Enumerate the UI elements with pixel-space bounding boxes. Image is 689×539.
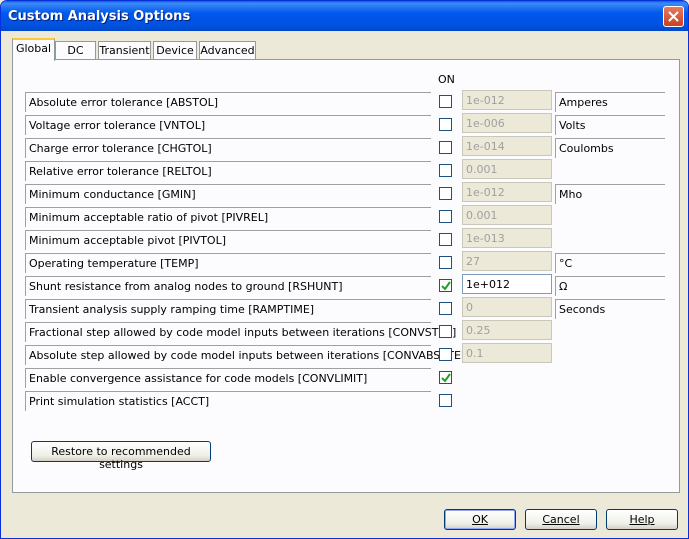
option-value-field[interactable]: 1e-013	[462, 228, 552, 248]
option-label: Minimum acceptable pivot [PIVTOL]	[25, 230, 431, 250]
ok-label: OK	[472, 513, 488, 526]
tab-device[interactable]: Device	[153, 41, 197, 59]
option-label: Fractional step allowed by code model in…	[25, 322, 456, 342]
option-label: Absolute error tolerance [ABSTOL]	[25, 92, 431, 112]
cancel-label: Cancel	[542, 513, 580, 526]
option-checkbox[interactable]	[439, 233, 452, 246]
option-label: Absolute step allowed by code model inpu…	[25, 345, 472, 365]
option-checkbox[interactable]	[439, 118, 452, 131]
option-unit: Amperes	[555, 92, 665, 112]
option-value-field[interactable]: 1e-006	[462, 113, 552, 133]
option-checkbox[interactable]	[439, 371, 452, 384]
option-label: Operating temperature [TEMP]	[25, 253, 431, 273]
option-unit: Ω	[555, 276, 665, 296]
checkmark-icon	[441, 373, 451, 383]
option-value-field[interactable]: 1e+012	[462, 274, 552, 294]
option-unit: Volts	[555, 115, 665, 135]
option-checkbox[interactable]	[439, 141, 452, 154]
option-checkbox[interactable]	[439, 95, 452, 108]
option-checkbox[interactable]	[439, 187, 452, 200]
option-label: Minimum acceptable ratio of pivot [PIVRE…	[25, 207, 431, 227]
tab-transient[interactable]: Transient	[98, 41, 151, 59]
option-value-field[interactable]: 1e-012	[462, 182, 552, 202]
option-checkbox[interactable]	[439, 302, 452, 315]
cancel-button[interactable]: Cancel	[525, 509, 597, 530]
option-label: Voltage error tolerance [VNTOL]	[25, 115, 431, 135]
tab-advanced[interactable]: Advanced	[199, 41, 256, 59]
option-label: Minimum conductance [GMIN]	[25, 184, 431, 204]
close-icon	[668, 11, 679, 22]
option-checkbox[interactable]	[439, 348, 452, 361]
help-button[interactable]: Help	[606, 509, 678, 530]
option-label: Enable convergence assistance for code m…	[25, 368, 431, 388]
tab-dc[interactable]: DC	[55, 41, 96, 59]
option-label: Print simulation statistics [ACCT]	[25, 391, 431, 411]
option-value-field[interactable]: 27	[462, 251, 552, 271]
option-checkbox[interactable]	[439, 210, 452, 223]
option-value-field[interactable]: 0.001	[462, 159, 552, 179]
window-title: Custom Analysis Options	[8, 9, 191, 24]
option-checkbox[interactable]	[439, 325, 452, 338]
option-checkbox[interactable]	[439, 256, 452, 269]
restore-defaults-button[interactable]: Restore to recommended settings	[31, 441, 211, 471]
tab-global[interactable]: Global	[12, 38, 55, 61]
checkmark-icon	[441, 281, 451, 291]
option-value-field[interactable]: 0.001	[462, 205, 552, 225]
dialog-window: Custom Analysis Options Global DC Transi…	[0, 0, 689, 539]
option-value-field[interactable]: 1e-012	[462, 90, 552, 110]
option-checkbox[interactable]	[439, 394, 452, 407]
option-unit: Seconds	[555, 299, 665, 319]
option-checkbox[interactable]	[439, 279, 452, 292]
option-value-field[interactable]: 0	[462, 297, 552, 317]
option-value-field[interactable]: 0.1	[462, 343, 552, 363]
option-label: Transient analysis supply ramping time […	[25, 299, 431, 319]
option-unit: Mho	[555, 184, 665, 204]
title-bar[interactable]: Custom Analysis Options	[1, 1, 688, 31]
option-unit: °C	[555, 253, 665, 273]
option-value-field[interactable]: 0.25	[462, 320, 552, 340]
option-checkbox[interactable]	[439, 164, 452, 177]
help-label: Help	[629, 513, 655, 526]
option-label: Shunt resistance from analog nodes to gr…	[25, 276, 431, 296]
on-column-header: ON	[438, 73, 455, 86]
option-value-field[interactable]: 1e-014	[462, 136, 552, 156]
ok-button[interactable]: OK	[444, 509, 516, 530]
close-button[interactable]	[663, 6, 684, 27]
option-label: Charge error tolerance [CHGTOL]	[25, 138, 431, 158]
option-label: Relative error tolerance [RELTOL]	[25, 161, 431, 181]
option-unit: Coulombs	[555, 138, 665, 158]
